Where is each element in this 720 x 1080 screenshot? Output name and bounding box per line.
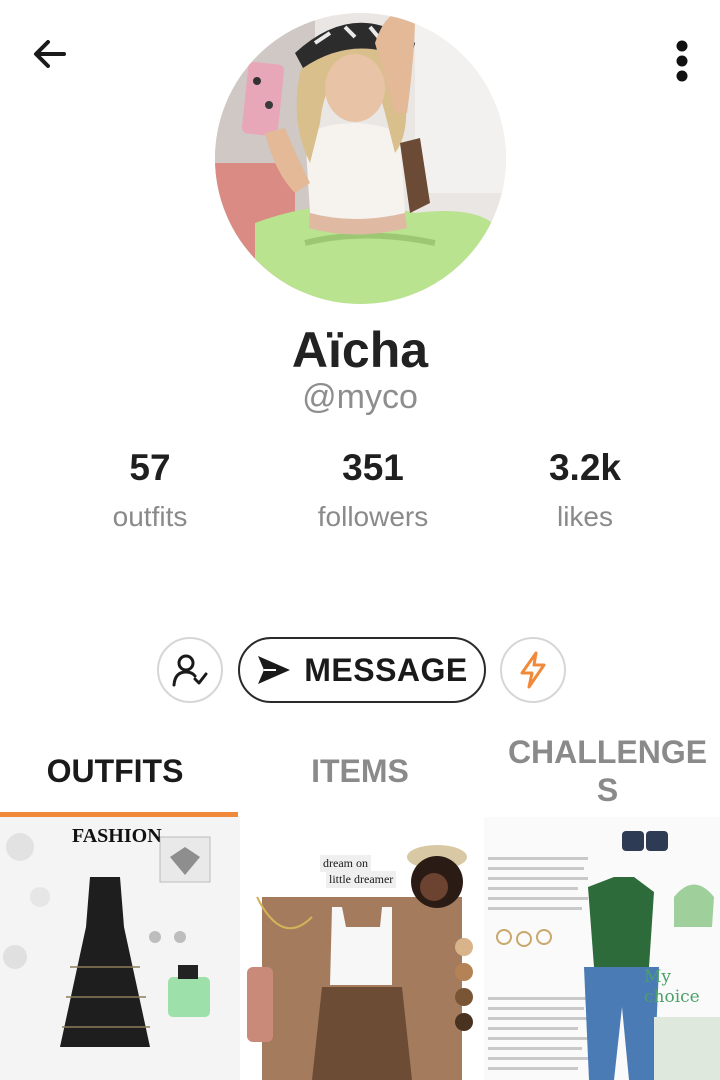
avatar[interactable] [215, 13, 506, 304]
message-button[interactable]: MESSAGE [238, 637, 486, 703]
outfit-card-text: dream on [320, 855, 371, 872]
stat-outfits-label: outfits [112, 501, 188, 532]
outfit-card[interactable]: dream on little dreamer [242, 817, 482, 1080]
stat-likes[interactable]: 3.2k likes [485, 445, 685, 533]
outfit-card-text: little dreamer [326, 871, 397, 888]
stat-outfits[interactable]: 57 outfits [50, 445, 250, 533]
follow-button[interactable] [157, 637, 223, 703]
outfit-card-text: My choice [644, 967, 700, 1007]
tab-challenges[interactable]: CHALLENGE S [495, 725, 720, 817]
outfit-card[interactable]: My choice [484, 817, 720, 1080]
user-check-icon [172, 654, 208, 687]
outfits-grid: FASHION dream on little dreamer My choic… [0, 817, 720, 1080]
boost-button[interactable] [500, 637, 566, 703]
stat-likes-label: likes [556, 501, 613, 532]
profile-name: Aïcha [291, 322, 429, 378]
tab-items[interactable]: ITEMS [250, 725, 470, 817]
profile-stats: 57 outfits 351 followers 3.2k likes [0, 445, 720, 545]
back-button[interactable] [26, 30, 74, 78]
profile-tabs: OUTFITS ITEMS CHALLENGE S [0, 725, 720, 817]
tab-outfits[interactable]: OUTFITS [0, 725, 230, 817]
stat-outfits-value: 57 [129, 447, 171, 488]
more-options-button[interactable] [664, 36, 700, 86]
profile-actions: MESSAGE [0, 637, 720, 703]
profile-handle: @myco [302, 378, 418, 416]
outfit-card-text: FASHION [72, 825, 162, 847]
stat-likes-value: 3.2k [548, 447, 621, 488]
stat-followers[interactable]: 351 followers [273, 445, 473, 533]
message-button-label: MESSAGE [304, 651, 468, 688]
outfit-card[interactable]: FASHION [0, 817, 240, 1080]
stat-followers-label: followers [317, 501, 429, 532]
arrow-left-icon [34, 40, 66, 68]
stat-followers-value: 351 [342, 447, 404, 488]
more-vertical-icon [676, 40, 688, 82]
lightning-icon [520, 651, 546, 689]
send-icon [258, 656, 291, 684]
